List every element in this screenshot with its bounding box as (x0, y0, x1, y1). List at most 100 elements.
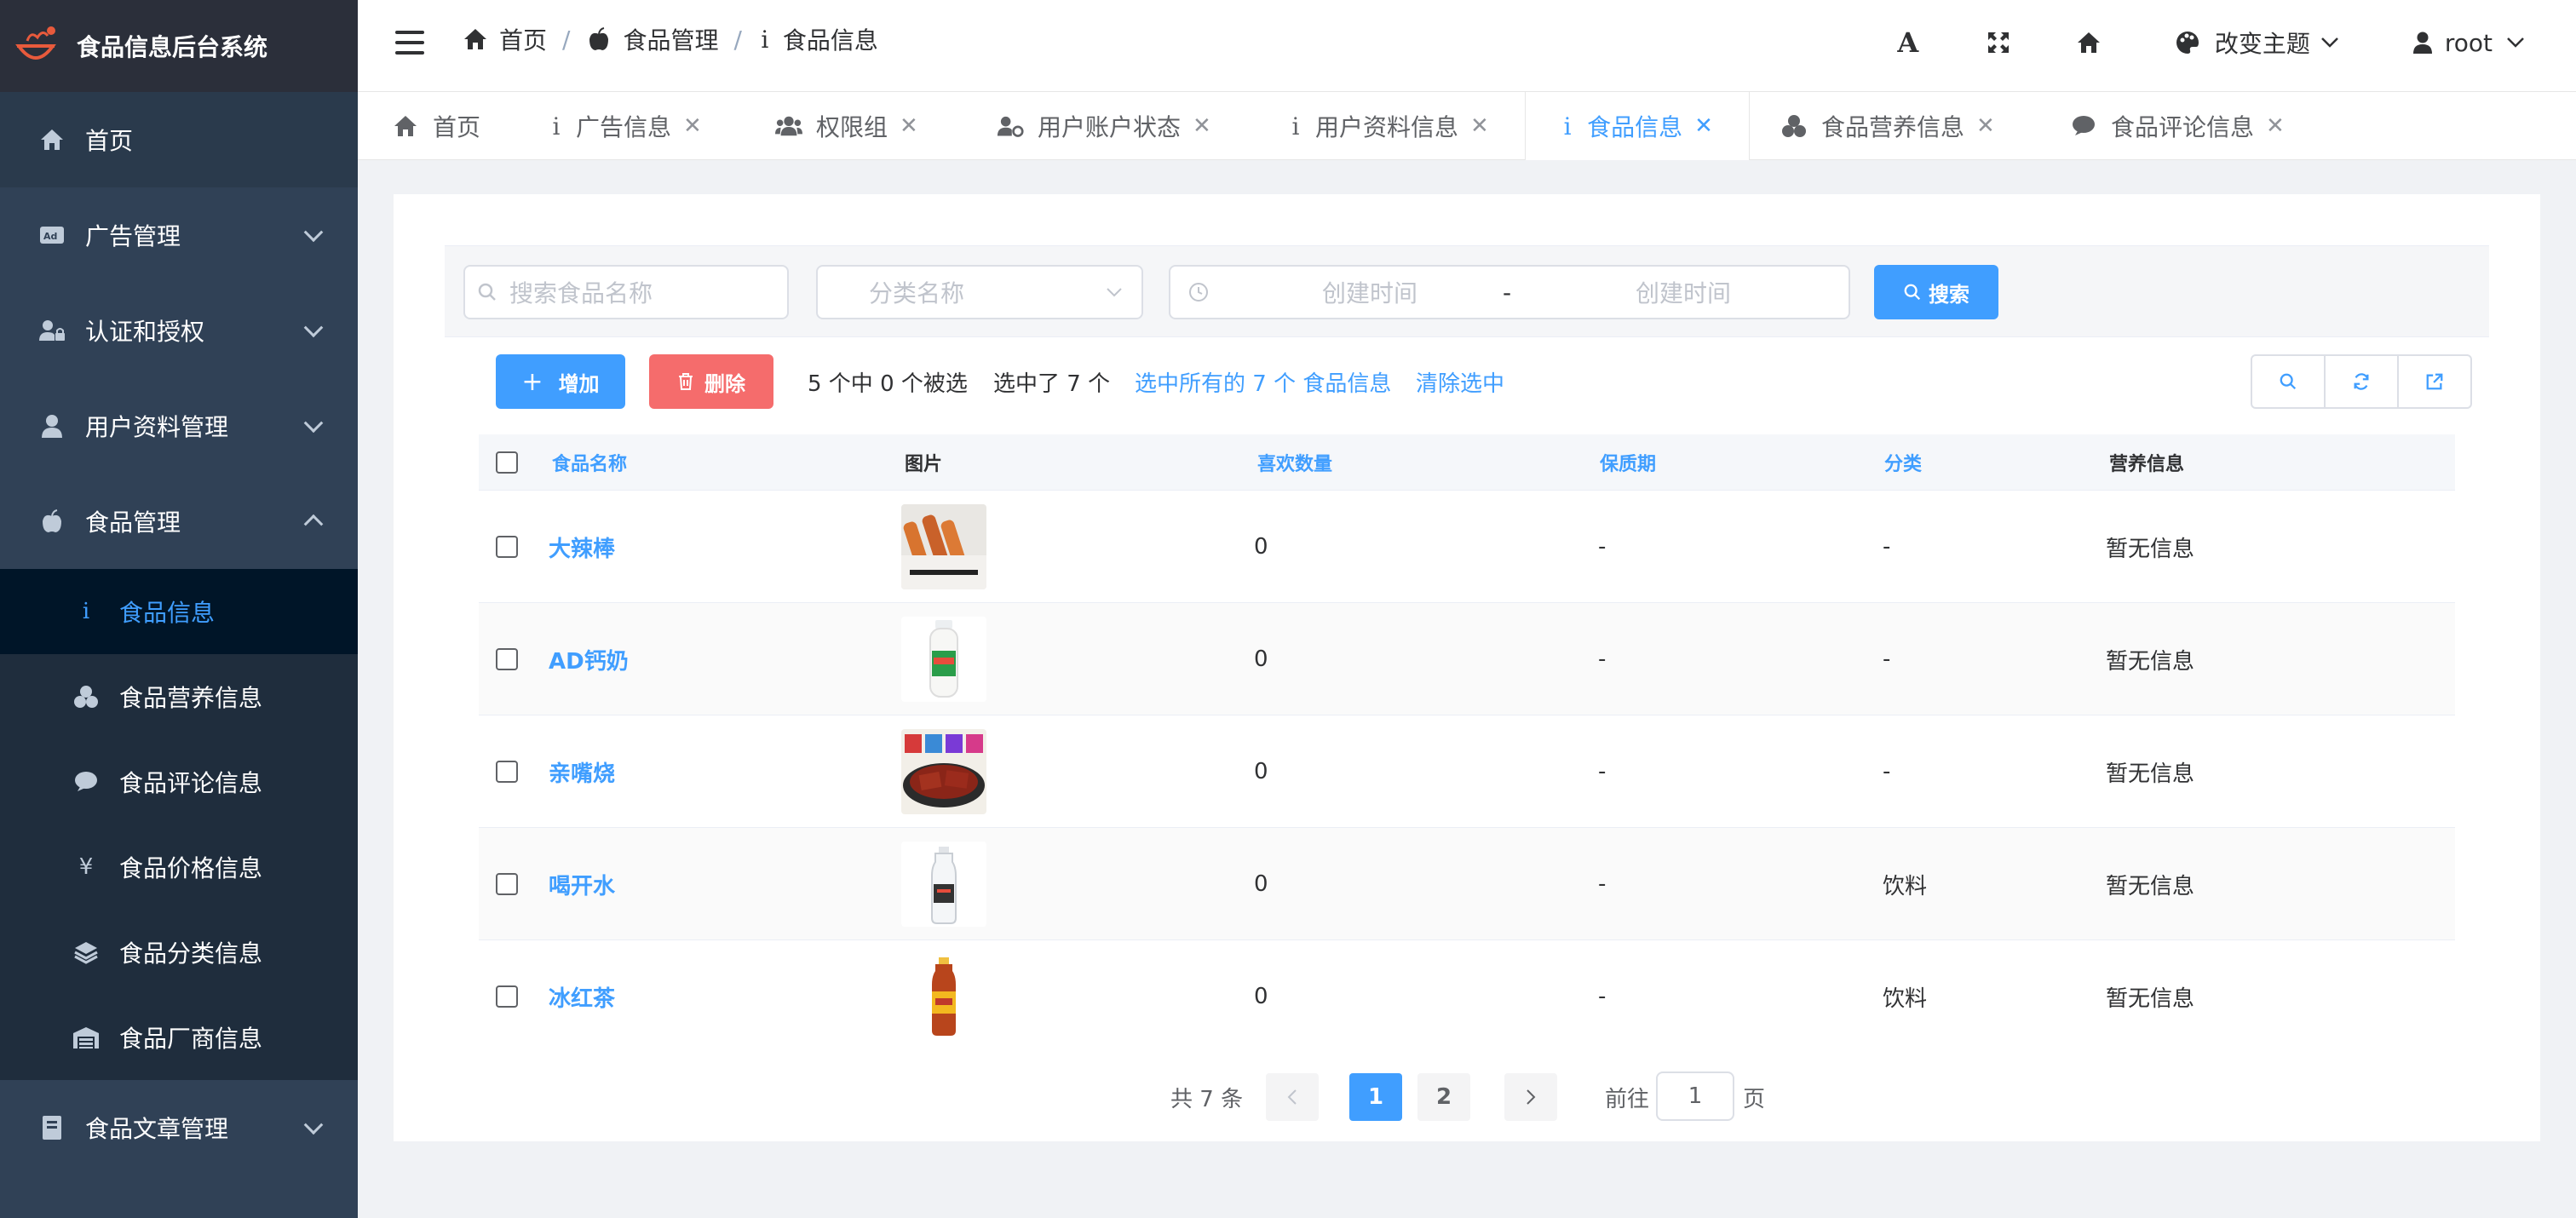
tag-food-info[interactable]: i 食品信息 ✕ (1525, 92, 1750, 160)
sidebar-item-food[interactable]: 食品管理 (0, 474, 358, 569)
tag-permission-group[interactable]: 权限组 ✕ (775, 92, 918, 160)
theme-switcher[interactable]: 改变主题 (2172, 26, 2339, 60)
chevron-down-icon (2507, 37, 2524, 48)
sidebar-item-user-profile[interactable]: 用户资料管理 (0, 378, 358, 474)
close-icon[interactable]: ✕ (1193, 113, 1211, 139)
column-header-likes[interactable]: 喜欢数量 (1257, 434, 1332, 491)
page-button-2[interactable]: 2 (1417, 1073, 1470, 1121)
delete-button-label: 删除 (704, 371, 745, 396)
row-checkbox[interactable] (496, 873, 518, 895)
delete-button[interactable]: 删除 (649, 354, 773, 409)
sidebar-item-label: 用户资料管理 (85, 413, 229, 441)
column-header-category[interactable]: 分类 (1884, 434, 1922, 491)
shelf-life: - (1598, 871, 1607, 897)
column-header-name[interactable]: 食品名称 (552, 434, 627, 491)
fullscreen-icon[interactable] (1983, 27, 2014, 58)
sidebar-item-articles[interactable]: 食品文章管理 (0, 1080, 358, 1175)
close-icon[interactable]: ✕ (1470, 113, 1489, 139)
row-checkbox[interactable] (496, 761, 518, 783)
page-button-1[interactable]: 1 (1349, 1073, 1402, 1121)
logo-bowl-icon (15, 26, 56, 60)
sidebar-item-home[interactable]: 首页 (0, 92, 358, 187)
row-checkbox[interactable] (496, 985, 518, 1008)
logo: 食品信息后台系统 (0, 0, 358, 92)
shelf-life: - (1598, 984, 1607, 1009)
navbar-right: A 改变主题 root (1893, 0, 2576, 85)
food-name-link[interactable]: AD钙奶 (549, 603, 629, 715)
breadcrumb-separator: / (562, 25, 571, 54)
food-thumbnail (901, 954, 986, 1039)
sidebar-item-food-info[interactable]: i 食品信息 (0, 569, 358, 654)
comment-icon (2070, 112, 2097, 140)
close-icon[interactable]: ✕ (1694, 113, 1713, 139)
info-icon: i (1291, 112, 1300, 141)
column-header-nutrition: 营养信息 (2109, 454, 2185, 475)
next-page-button[interactable] (1504, 1073, 1557, 1121)
tag-user-profile[interactable]: i 用户资料信息 ✕ (1290, 92, 1489, 160)
sidebar-item-auth[interactable]: 认证和授权 (0, 283, 358, 378)
user-menu[interactable]: root (2407, 27, 2525, 58)
sidebar-item-food-nutrition[interactable]: 食品营养信息 (0, 654, 358, 739)
created-time-range-picker[interactable]: 创建时间 - 创建时间 (1169, 265, 1850, 319)
layers-icon (72, 938, 101, 967)
yen-icon: ¥ (78, 854, 94, 880)
cubes-icon (1780, 112, 1808, 140)
refresh-button[interactable] (2326, 356, 2399, 407)
sidebar-item-food-category[interactable]: 食品分类信息 (0, 910, 358, 995)
tag-account-status[interactable]: 用户账户状态 ✕ (997, 92, 1211, 160)
close-icon[interactable]: ✕ (900, 113, 918, 139)
row-checkbox[interactable] (496, 648, 518, 670)
add-button[interactable]: + 增加 (496, 354, 625, 409)
shelf-life: - (1598, 759, 1607, 784)
select-all-link[interactable]: 选中所有的 7 个 食品信息 (1135, 366, 1391, 398)
food-name-link[interactable]: 大辣棒 (549, 491, 615, 603)
search-placeholder: 搜索食品名称 (509, 279, 653, 307)
close-icon[interactable]: ✕ (2266, 113, 2285, 139)
select-all-checkbox[interactable] (496, 451, 518, 474)
breadcrumb-home[interactable]: 首页 (462, 22, 547, 56)
app-title: 食品信息后台系统 (77, 33, 268, 61)
info-icon: i (552, 112, 561, 141)
food-name-search-input[interactable]: 搜索食品名称 (463, 265, 789, 319)
close-icon[interactable]: ✕ (1976, 113, 1995, 139)
sidebar-item-ads[interactable]: Ad 广告管理 (0, 187, 358, 283)
food-name-link[interactable]: 冰红茶 (549, 940, 615, 1053)
user-icon (2407, 27, 2438, 58)
tag-home[interactable]: 首页 (392, 92, 480, 160)
export-icon (2426, 373, 2443, 390)
sidebar-item-food-price[interactable]: ¥ 食品价格信息 (0, 824, 358, 910)
tag-ad-info[interactable]: i 广告信息 ✕ (550, 92, 702, 160)
chevron-down-icon (1107, 288, 1122, 297)
svg-text:Ad: Ad (43, 231, 57, 242)
likes-count: 0 (1254, 759, 1268, 784)
hamburger-icon[interactable] (395, 31, 424, 56)
export-button[interactable] (2399, 356, 2470, 407)
close-icon[interactable]: ✕ (683, 113, 702, 139)
row-checkbox[interactable] (496, 536, 518, 558)
tag-food-comments[interactable]: 食品评论信息 ✕ (2070, 92, 2285, 160)
food-thumbnail (901, 504, 986, 589)
tag-label: 食品信息 (1587, 113, 1683, 141)
goto-page-input[interactable]: 1 (1656, 1071, 1734, 1121)
search-icon (478, 283, 496, 301)
home-icon[interactable] (2073, 27, 2104, 58)
food-name-link[interactable]: 喝开水 (549, 828, 615, 940)
sidebar-item-label: 食品厂商信息 (119, 1025, 263, 1053)
category-select[interactable]: 分类名称 (816, 265, 1143, 319)
font-size-icon[interactable]: A (1893, 26, 1923, 59)
home-icon (462, 26, 489, 53)
sidebar-item-food-vendor[interactable]: 食品厂商信息 (0, 995, 358, 1080)
toggle-search-button[interactable] (2252, 356, 2326, 407)
tag-label: 权限组 (816, 113, 888, 141)
breadcrumb: 首页 / 食品管理 / i 食品信息 (462, 20, 878, 58)
prev-page-button[interactable] (1266, 1073, 1319, 1121)
search-icon (2280, 373, 2297, 390)
sidebar-item-food-comments[interactable]: 食品评论信息 (0, 739, 358, 824)
column-header-shelf-life[interactable]: 保质期 (1600, 434, 1656, 491)
food-name-link[interactable]: 亲嘴烧 (549, 715, 615, 828)
search-button[interactable]: 搜索 (1874, 265, 1998, 319)
tag-food-nutrition[interactable]: 食品营养信息 ✕ (1780, 92, 1995, 160)
chevron-down-icon (303, 413, 324, 434)
clear-selection-link[interactable]: 清除选中 (1416, 366, 1504, 398)
breadcrumb-food-management[interactable]: 食品管理 (585, 22, 718, 56)
